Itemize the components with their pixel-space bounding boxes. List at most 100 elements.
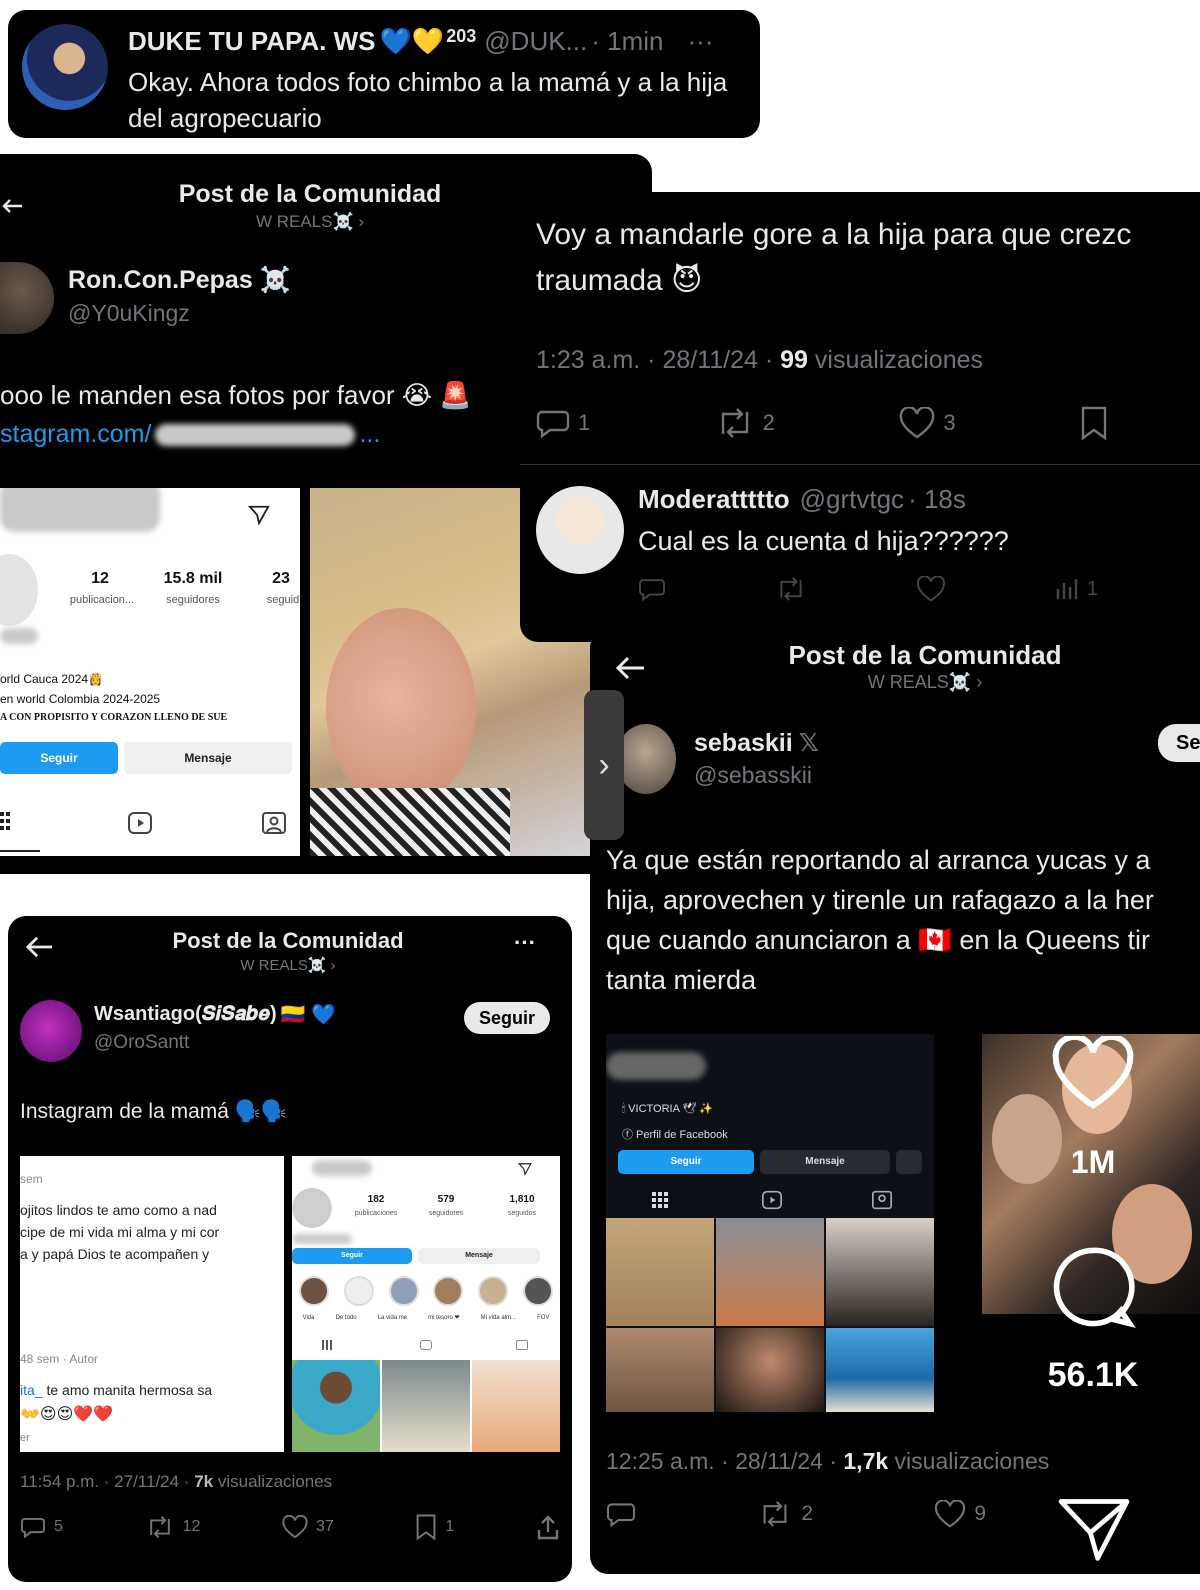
send-icon[interactable] <box>518 1162 532 1176</box>
avatar[interactable] <box>536 486 624 574</box>
bookmark-action[interactable] <box>1080 406 1108 440</box>
more-options-icon[interactable]: ··· <box>514 930 536 956</box>
reply-author-name[interactable]: Moderattttto <box>638 484 790 515</box>
post-link[interactable]: stagram.com/ <box>0 420 151 449</box>
retweet-action[interactable]: 12 <box>145 1516 200 1538</box>
reply-label[interactable]: er <box>20 1432 30 1444</box>
profile-avatar[interactable] <box>292 1188 332 1228</box>
following-count[interactable]: 23 <box>258 570 300 588</box>
tweet-author-name[interactable]: DUKE TU PAPA. WS <box>128 26 375 57</box>
following-label[interactable]: seguid <box>260 594 300 606</box>
followers-label[interactable]: seguidores <box>416 1210 476 1217</box>
bookmark-action[interactable]: 1 <box>415 1514 454 1540</box>
tagged-icon[interactable] <box>516 1340 528 1350</box>
photo-thumb-3[interactable] <box>472 1360 560 1452</box>
post-author-handle[interactable]: @Y0uKingz <box>68 300 190 327</box>
tweet-timestamp[interactable]: 12:25 a.m. · 28/11/24 · <box>606 1448 843 1474</box>
send-icon[interactable] <box>248 504 270 526</box>
back-arrow-icon[interactable] <box>24 934 54 960</box>
follow-button[interactable]: Seguir <box>618 1150 754 1174</box>
reels-icon[interactable] <box>128 812 152 834</box>
instagram-caption-image[interactable]: sem ojitos lindos te amo como a nad cipe… <box>20 1156 284 1452</box>
views-action[interactable]: 1 <box>1055 577 1098 601</box>
reply-action[interactable]: 5 <box>20 1516 63 1538</box>
photo-thumb-2[interactable] <box>716 1218 824 1326</box>
comment-user[interactable]: ita_ <box>20 1382 43 1398</box>
follow-button[interactable]: Seguir <box>0 742 118 774</box>
retweet-action[interactable] <box>775 577 807 601</box>
post-author-handle[interactable]: @OroSantt <box>94 1032 189 1054</box>
tweet-timestamp[interactable]: 11:54 p.m. · 27/11/24 · <box>20 1472 194 1491</box>
grid-icon[interactable] <box>652 1192 668 1208</box>
tagged-icon[interactable] <box>262 812 286 834</box>
post-author-name[interactable]: Wsantiago(𝑺𝒊𝑺𝒂𝒃𝒆) <box>94 1003 277 1026</box>
photo-thumb-1[interactable] <box>606 1218 714 1326</box>
followers-count[interactable]: 15.8 mil <box>150 570 236 588</box>
photo-thumb-3[interactable] <box>826 1218 934 1326</box>
followers-label[interactable]: seguidores <box>150 594 236 606</box>
like-action[interactable]: 9 <box>934 1500 986 1528</box>
grid-icon[interactable] <box>322 1340 332 1350</box>
following-count[interactable]: 1,810 <box>492 1194 552 1205</box>
more-options-icon[interactable]: ··· <box>688 26 714 57</box>
message-button[interactable]: Mensaje <box>418 1248 540 1264</box>
reels-icon[interactable] <box>420 1340 432 1350</box>
reply-author-handle[interactable]: @grtvtgc <box>800 484 904 515</box>
reply-action[interactable]: 1 <box>536 408 590 438</box>
post-author-name[interactable]: sebaskii <box>694 729 793 758</box>
avatar[interactable] <box>20 1000 82 1062</box>
community-name[interactable]: W REALS☠️ › <box>760 672 1090 693</box>
share-action[interactable] <box>536 1514 560 1540</box>
instagram-profile-image[interactable]: 🕯 VICTORIA 🕊 ✨ ⓕ Perfil de Facebook Segu… <box>606 1034 934 1412</box>
highlight-circle[interactable] <box>477 1276 508 1306</box>
retweet-action[interactable]: 2 <box>715 408 775 438</box>
highlight-circle[interactable] <box>299 1276 330 1306</box>
reel-comment-icon[interactable] <box>1050 1244 1136 1330</box>
post-author-name[interactable]: Ron.Con.Pepas ☠️ <box>68 266 291 295</box>
highlight-circle[interactable] <box>388 1276 419 1306</box>
carousel-next-arrow[interactable]: › <box>584 690 624 840</box>
reply-action[interactable] <box>638 577 666 601</box>
highlight-circle[interactable] <box>343 1276 374 1306</box>
message-button[interactable]: Mensaje <box>124 742 292 774</box>
retweet-action[interactable]: 2 <box>757 1501 813 1527</box>
top-tweet-card[interactable]: DUKE TU PAPA. WS 💙💛 203 @DUK... · 1min ·… <box>8 10 760 138</box>
avatar[interactable] <box>616 724 676 794</box>
avatar[interactable] <box>22 24 108 110</box>
suggest-button[interactable] <box>896 1150 922 1174</box>
grid-icon[interactable] <box>0 812 16 830</box>
reel-like-icon[interactable] <box>1050 1036 1136 1110</box>
back-arrow-icon[interactable] <box>614 654 646 682</box>
community-name[interactable]: W REALS☠️ › <box>128 956 448 974</box>
like-action[interactable]: 3 <box>899 407 956 439</box>
highlight-circle[interactable] <box>433 1276 464 1306</box>
photo-thumb-6[interactable] <box>826 1328 934 1412</box>
highlight-circle[interactable] <box>522 1276 553 1306</box>
reply-action[interactable] <box>606 1501 636 1527</box>
follow-button[interactable]: Seguir <box>292 1248 412 1264</box>
followers-count[interactable]: 579 <box>416 1194 476 1205</box>
photo-thumb-4[interactable] <box>606 1328 714 1412</box>
message-button[interactable]: Mensaje <box>760 1150 890 1174</box>
post-author-handle[interactable]: @sebasskii <box>694 762 812 789</box>
back-arrow-icon[interactable] <box>0 194 24 218</box>
photo-thumb-2[interactable] <box>382 1360 470 1452</box>
profile-avatar[interactable] <box>0 554 38 626</box>
follow-button[interactable]: Se <box>1158 724 1200 762</box>
photo-thumb-5[interactable] <box>716 1328 824 1412</box>
instagram-profile-image[interactable]: 12 publicacion... 15.8 mil seguidores 23… <box>0 488 300 856</box>
following-label[interactable]: seguidos <box>492 1210 552 1217</box>
instagram-profile-image[interactable]: 182 publicaciones 579 seguidores 1,810 s… <box>292 1156 560 1452</box>
photo-thumb-1[interactable] <box>292 1360 380 1452</box>
facebook-link[interactable]: ⓕ Perfil de Facebook <box>622 1126 728 1142</box>
like-action[interactable] <box>916 576 946 602</box>
share-send-icon[interactable] <box>1056 1496 1132 1562</box>
tagged-icon[interactable] <box>872 1190 892 1210</box>
community-name[interactable]: W REALS☠️ › <box>160 212 460 232</box>
follow-button[interactable]: Seguir <box>464 1002 550 1034</box>
tweet-timestamp[interactable]: 1:23 a.m. · 28/11/24 · <box>536 346 780 374</box>
reels-icon[interactable] <box>762 1190 782 1210</box>
avatar[interactable] <box>0 262 54 334</box>
like-action[interactable]: 37 <box>282 1515 334 1539</box>
tweet-author-handle[interactable]: @DUK... <box>484 26 587 57</box>
